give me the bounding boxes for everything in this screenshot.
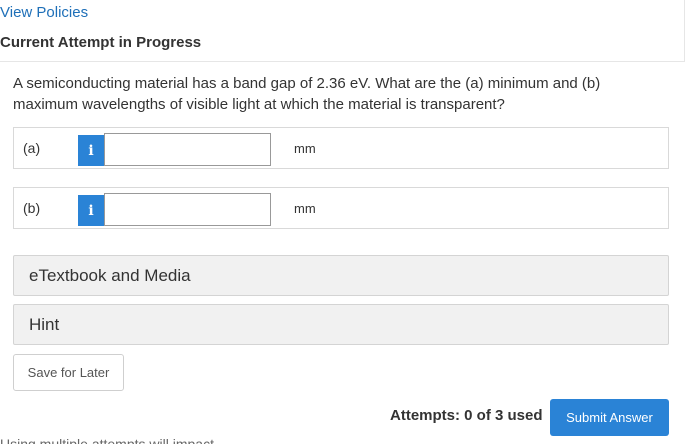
header-panel: View Policies Current Attempt in Progres… <box>0 0 684 62</box>
attempts-notice-text: Using multiple attempts will impact <box>0 436 214 444</box>
submit-answer-button[interactable]: Submit Answer <box>550 399 669 436</box>
attempt-status-heading: Current Attempt in Progress <box>0 34 202 51</box>
info-icon[interactable]: i <box>78 135 104 166</box>
view-policies-link[interactable]: View Policies <box>0 4 88 21</box>
hint-accordion[interactable]: Hint <box>13 304 669 345</box>
answer-label-b: (b) <box>23 200 41 216</box>
answer-label-a: (a) <box>23 140 41 156</box>
answer-row-b: (b) i mm <box>13 187 669 229</box>
save-for-later-button[interactable]: Save for Later <box>13 354 124 391</box>
attempts-counter: Attempts: 0 of 3 used <box>390 407 543 424</box>
unit-label-b: mm <box>294 201 316 216</box>
info-icon[interactable]: i <box>78 195 104 226</box>
etextbook-media-accordion[interactable]: eTextbook and Media <box>13 255 669 296</box>
answer-row-a: (a) i mm <box>13 127 669 169</box>
question-text: A semiconducting material has a band gap… <box>13 75 601 113</box>
answer-input-b[interactable] <box>104 193 271 226</box>
panel-divider <box>684 0 685 62</box>
unit-label-a: mm <box>294 141 316 156</box>
answer-input-a[interactable] <box>104 133 271 166</box>
